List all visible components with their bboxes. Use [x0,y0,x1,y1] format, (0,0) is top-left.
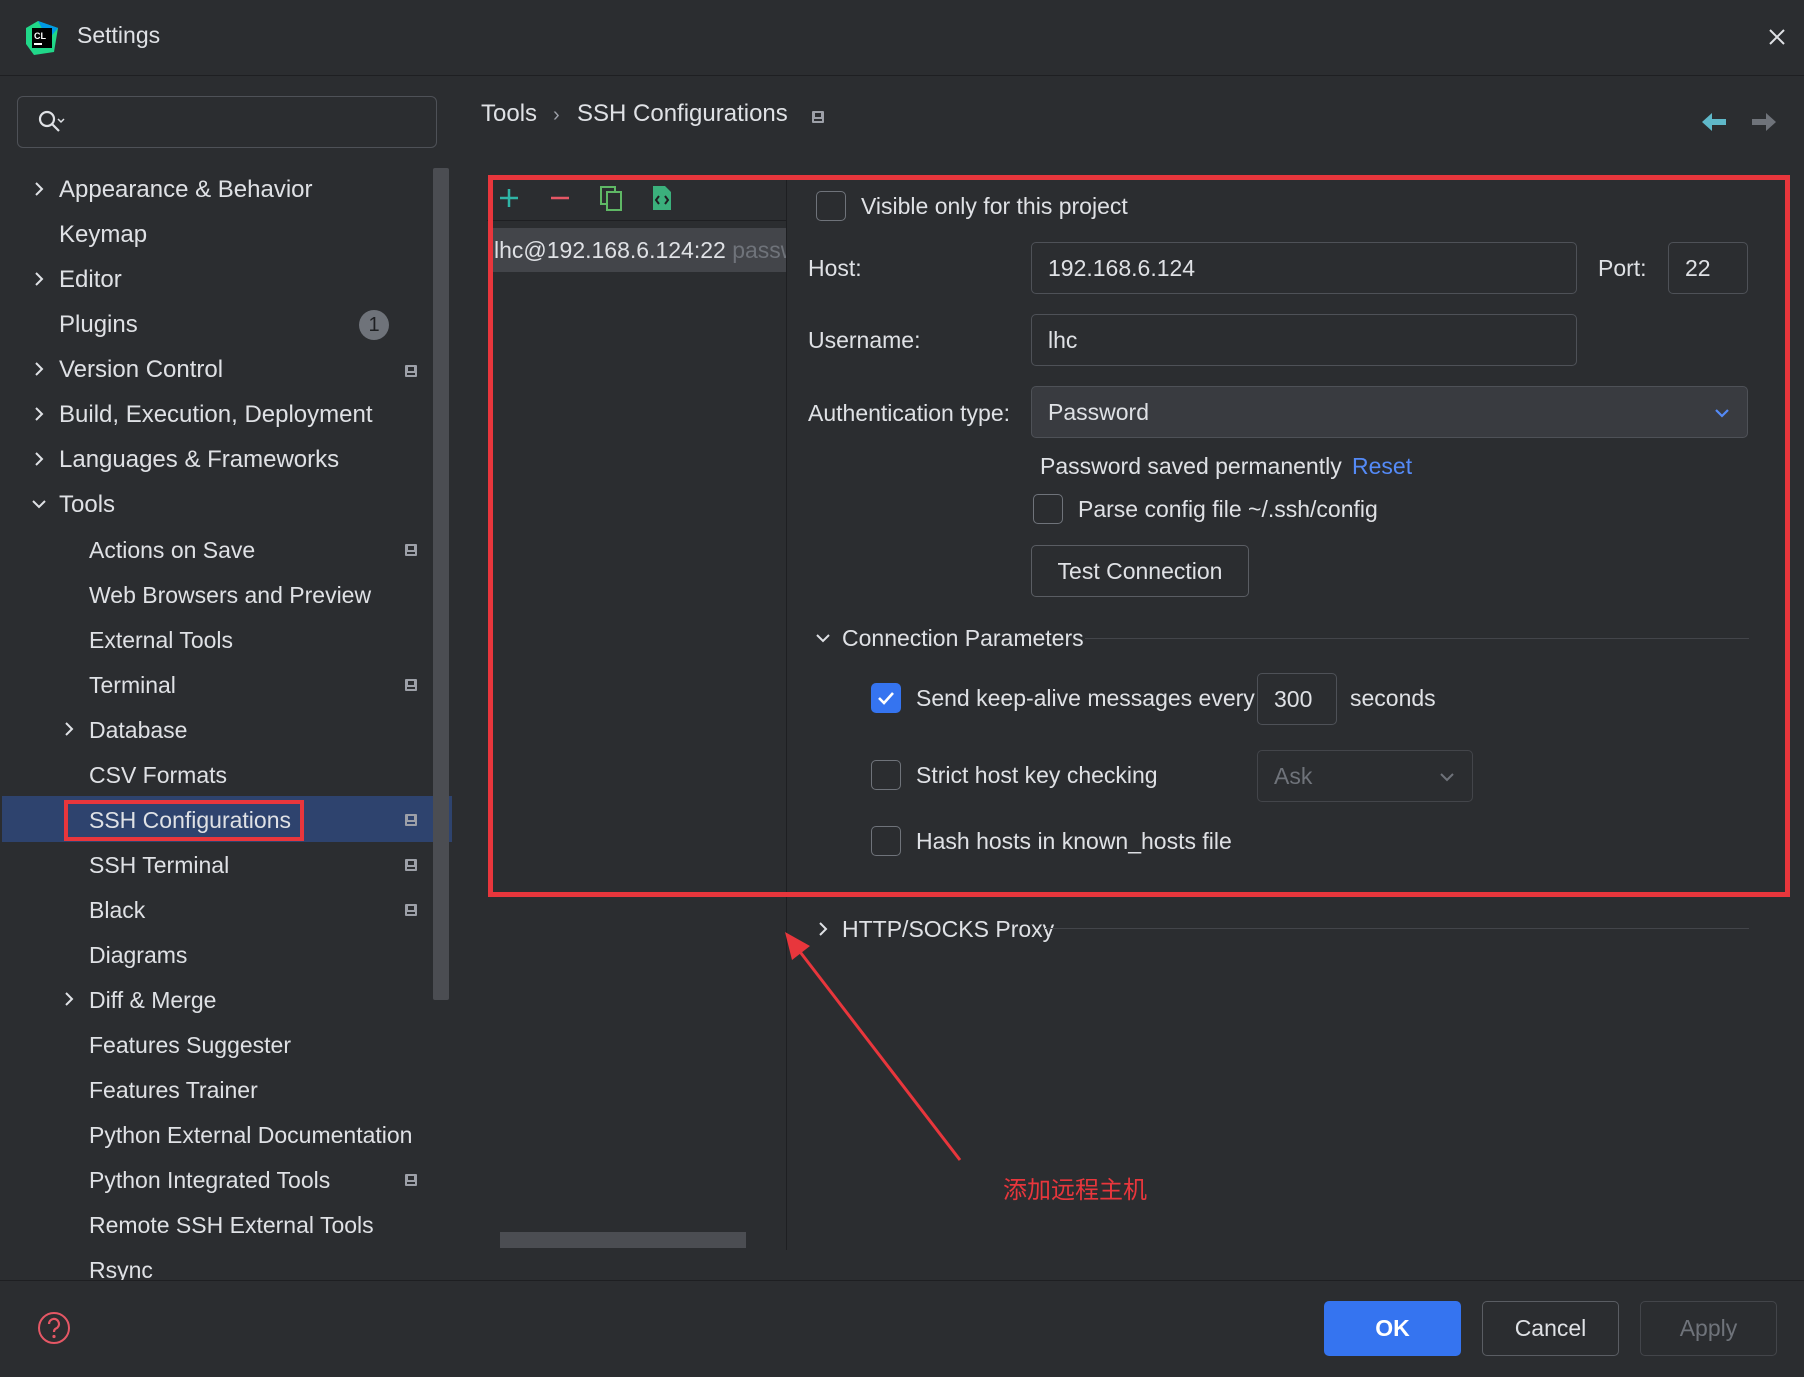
sidebar-item-features-suggester[interactable]: Features Suggester [89,1025,291,1065]
sidebar-item-remote-ssh-tools[interactable]: Remote SSH External Tools [89,1205,374,1245]
project-scope-icon [405,679,417,691]
project-scope-icon [405,814,417,826]
chevron-right-icon[interactable] [30,180,48,198]
project-scope-icon [405,365,417,377]
sidebar-item-tools[interactable]: Tools [59,485,115,525]
close-icon[interactable] [1762,22,1792,52]
sidebar-item-ssh-terminal[interactable]: SSH Terminal [89,845,229,885]
bottom-divider [0,1280,1804,1281]
page-title: SSH Configurations [577,100,788,127]
svg-text:CL: CL [34,31,46,41]
sidebar-item-features-trainer[interactable]: Features Trainer [89,1070,258,1110]
sidebar-item-version-control[interactable]: Version Control [59,350,223,390]
clion-app-icon: CL [26,21,58,55]
back-arrow-icon[interactable] [1700,110,1728,134]
chevron-down-icon[interactable] [30,495,48,513]
sidebar-item-actions-on-save[interactable]: Actions on Save [89,530,255,570]
ok-button[interactable]: OK [1324,1301,1461,1356]
sidebar-item-csv-formats[interactable]: CSV Formats [89,755,227,795]
highlight-box-config [488,175,1790,897]
plugins-update-badge: 1 [359,310,389,340]
sidebar-item-diff-merge[interactable]: Diff & Merge [89,980,216,1020]
chevron-right-icon[interactable] [60,720,78,738]
chevron-right-icon[interactable] [60,990,78,1008]
apply-button[interactable]: Apply [1640,1301,1777,1356]
breadcrumb-separator: › [553,104,560,126]
window-title: Settings [77,22,161,48]
sidebar-item-plugins[interactable]: Plugins [59,305,138,345]
highlight-box-sidebar [64,800,304,841]
cancel-button[interactable]: Cancel [1482,1301,1619,1356]
project-scope-icon [405,859,417,871]
list-horizontal-scrollbar[interactable] [500,1232,746,1248]
sidebar-item-appearance[interactable]: Appearance & Behavior [59,170,313,210]
sidebar-item-web-browsers[interactable]: Web Browsers and Preview [89,575,371,615]
sidebar-item-black[interactable]: Black [89,890,145,930]
section-divider [1045,928,1749,929]
project-scope-icon [405,1174,417,1186]
search-input[interactable] [17,96,437,148]
sidebar-scrollbar[interactable] [433,168,449,1000]
sidebar-item-rsync[interactable]: Rsync [89,1250,153,1280]
sidebar-item-database[interactable]: Database [89,710,187,750]
chevron-right-icon[interactable] [30,405,48,423]
help-icon[interactable] [36,1310,72,1346]
project-scope-icon [405,904,417,916]
sidebar-item-keymap[interactable]: Keymap [59,215,147,255]
chevron-right-icon[interactable] [30,450,48,468]
search-icon [38,110,65,132]
sidebar-item-terminal[interactable]: Terminal [89,665,176,705]
project-scope-icon [405,544,417,556]
sidebar-item-python-external-doc[interactable]: Python External Documentation [89,1115,412,1155]
annotation-text: 添加远程主机 [1003,1176,1147,1204]
project-scope-icon [812,111,824,123]
title-bar [0,0,1804,76]
sidebar-item-diagrams[interactable]: Diagrams [89,935,187,975]
chevron-right-icon[interactable] [30,360,48,378]
sidebar-item-build[interactable]: Build, Execution, Deployment [59,395,373,435]
sidebar-item-python-integrated-tools[interactable]: Python Integrated Tools [89,1160,330,1200]
sidebar-item-languages[interactable]: Languages & Frameworks [59,440,339,480]
sidebar-item-editor[interactable]: Editor [59,260,122,300]
sidebar-item-external-tools[interactable]: External Tools [89,620,233,660]
breadcrumb-parent[interactable]: Tools [481,100,537,128]
forward-arrow-icon[interactable] [1750,110,1778,134]
chevron-right-icon[interactable] [30,270,48,288]
annotation-arrow [785,932,962,1161]
